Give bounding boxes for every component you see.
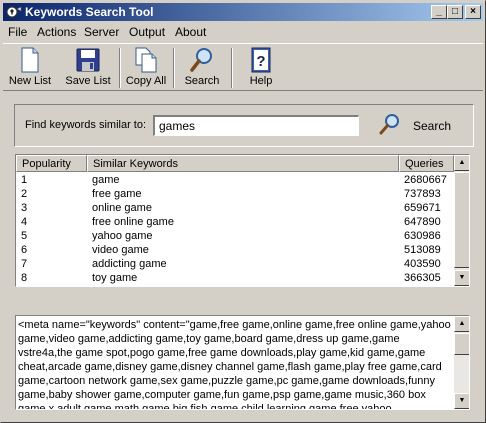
search-panel: Find keywords similar to: Search (14, 104, 474, 147)
scroll-up-button[interactable]: ▲ (454, 155, 469, 171)
queries-cell: 647890 (404, 216, 441, 228)
popularity-cell: 7 (21, 258, 28, 270)
popularity-cell: 5 (21, 230, 28, 242)
scroll-thumb[interactable] (454, 172, 469, 268)
table-row[interactable]: 1 game 2680667 (16, 173, 454, 187)
keyword-cell: toy game (92, 272, 138, 284)
keyhole-icon (6, 6, 22, 18)
column-header-popularity[interactable]: Popularity (16, 155, 87, 172)
column-header-queries[interactable]: Queries (399, 155, 454, 172)
copy-all-label: Copy All (125, 75, 167, 87)
toolbar-search-button[interactable]: Search (179, 46, 225, 90)
menu-file[interactable]: File (8, 25, 27, 39)
app-window: Keywords Search Tool _ □ × File Actions … (0, 0, 486, 423)
queries-cell: 403590 (404, 258, 441, 270)
close-button[interactable]: × (465, 5, 481, 19)
copy-all-button[interactable]: Copy All (123, 46, 169, 90)
menu-output[interactable]: Output (129, 25, 165, 39)
keyword-cell: game (92, 174, 120, 186)
popularity-cell: 1 (21, 174, 28, 186)
keywords-results-list[interactable]: Popularity Similar Keywords Queries 1 gam… (15, 154, 470, 287)
window-title: Keywords Search Tool (25, 5, 154, 19)
table-row[interactable]: 2 free game 737893 (16, 187, 454, 201)
queries-cell: 630986 (404, 230, 441, 242)
new-list-label: New List (8, 75, 52, 87)
minimize-button[interactable]: _ (431, 5, 447, 19)
help-book-icon: ? (251, 47, 271, 73)
magnifier-icon (190, 48, 212, 72)
help-label: Help (249, 75, 273, 87)
maximize-button[interactable]: □ (447, 5, 463, 19)
copy-documents-icon (135, 47, 157, 73)
menu-actions[interactable]: Actions (37, 25, 76, 39)
popularity-cell: 4 (21, 216, 28, 228)
table-row[interactable]: 5 yahoo game 630986 (16, 229, 454, 243)
queries-cell: 659671 (404, 202, 441, 214)
output-scroll-down-button[interactable]: ▼ (454, 393, 469, 409)
table-row[interactable]: 8 toy game 366305 (16, 271, 454, 285)
svg-text:?: ? (256, 53, 265, 70)
save-list-button[interactable]: Save List (61, 46, 115, 90)
new-list-button[interactable]: New List (5, 46, 55, 90)
magnifier-icon (379, 114, 399, 135)
list-vertical-scrollbar[interactable]: ▲ ▼ (454, 155, 469, 286)
table-row[interactable]: 7 addicting game 403590 (16, 257, 454, 271)
floppy-disk-icon (76, 48, 100, 72)
menu-server[interactable]: Server (84, 25, 119, 39)
new-document-icon (21, 47, 39, 73)
popularity-cell: 2 (21, 188, 28, 200)
queries-cell: 366305 (404, 272, 441, 284)
keyword-search-input[interactable] (153, 115, 359, 136)
help-button[interactable]: ? Help (239, 46, 283, 90)
menu-bar: File Actions Server Output About (3, 23, 483, 41)
title-bar[interactable]: Keywords Search Tool _ □ × (3, 3, 483, 21)
toolbar-search-label: Search (184, 75, 220, 87)
table-row[interactable]: 3 online game 659671 (16, 201, 454, 215)
popularity-cell: 6 (21, 244, 28, 256)
list-header: Popularity Similar Keywords Queries (16, 155, 454, 172)
keyword-cell: addicting game (92, 258, 167, 270)
popularity-cell: 8 (21, 272, 28, 284)
search-button-label: Search (413, 119, 452, 133)
meta-keywords-text[interactable]: <meta name="keywords" content="game,free… (18, 318, 452, 409)
output-vertical-scrollbar[interactable]: ▲ ▼ (454, 316, 469, 409)
queries-cell: 737893 (404, 188, 441, 200)
toolbar-separator (231, 48, 233, 88)
keyword-cell: video game (92, 244, 149, 256)
menu-about[interactable]: About (175, 25, 206, 39)
keyword-cell: yahoo game (92, 230, 153, 242)
queries-cell: 513089 (404, 244, 441, 256)
keyword-cell: online game (92, 202, 152, 214)
toolbar-separator (173, 48, 175, 88)
scroll-down-button[interactable]: ▼ (454, 270, 469, 286)
meta-keywords-output[interactable]: <meta name="keywords" content="game,free… (15, 315, 470, 410)
table-row[interactable]: 6 video game 513089 (16, 243, 454, 257)
find-keywords-label: Find keywords similar to: (25, 119, 147, 131)
queries-cell: 2680667 (404, 174, 447, 186)
column-header-similar-keywords[interactable]: Similar Keywords (87, 155, 399, 172)
save-list-label: Save List (65, 75, 111, 87)
toolbar-separator (119, 48, 121, 88)
search-button[interactable]: Search (377, 110, 467, 140)
output-scroll-thumb[interactable] (454, 333, 469, 355)
popularity-cell: 3 (21, 202, 28, 214)
keyword-cell: free game (92, 188, 142, 200)
toolbar: New List Save List Copy All Search ? Hel… (3, 43, 483, 91)
output-scroll-up-button[interactable]: ▲ (454, 316, 469, 332)
keyword-cell: free online game (92, 216, 174, 228)
table-row[interactable]: 4 free online game 647890 (16, 215, 454, 229)
